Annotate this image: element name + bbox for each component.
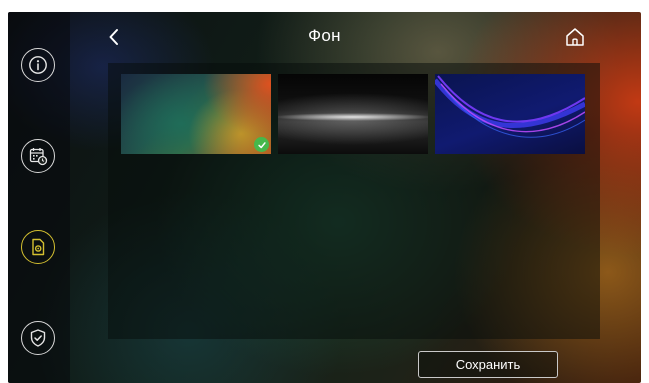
- info-icon: [29, 56, 47, 74]
- home-icon: [566, 28, 584, 46]
- calendar-clock-icon: [29, 148, 48, 166]
- wallpaper-thumbnail-blue-waves[interactable]: [435, 74, 585, 154]
- wallpaper-screen: Фон Сохранить: [8, 12, 641, 383]
- selected-check-icon: [254, 137, 269, 152]
- home-button[interactable]: [564, 26, 586, 48]
- sidebar-item-schedule[interactable]: [21, 139, 55, 173]
- page-title: Фон: [308, 26, 341, 45]
- wallpaper-thumbnail-light-streak[interactable]: [278, 74, 428, 154]
- sidebar: [8, 12, 70, 383]
- save-button[interactable]: Сохранить: [418, 351, 558, 378]
- wallpaper-thumbnail-abstract-gradient[interactable]: [121, 74, 271, 154]
- sidebar-item-security[interactable]: [21, 321, 55, 355]
- sidebar-item-info[interactable]: [21, 48, 55, 82]
- wallpaper-settings-icon: [32, 238, 45, 256]
- sidebar-item-wallpaper[interactable]: [21, 230, 55, 264]
- wallpaper-grid: [108, 63, 600, 339]
- shield-check-icon: [30, 329, 46, 347]
